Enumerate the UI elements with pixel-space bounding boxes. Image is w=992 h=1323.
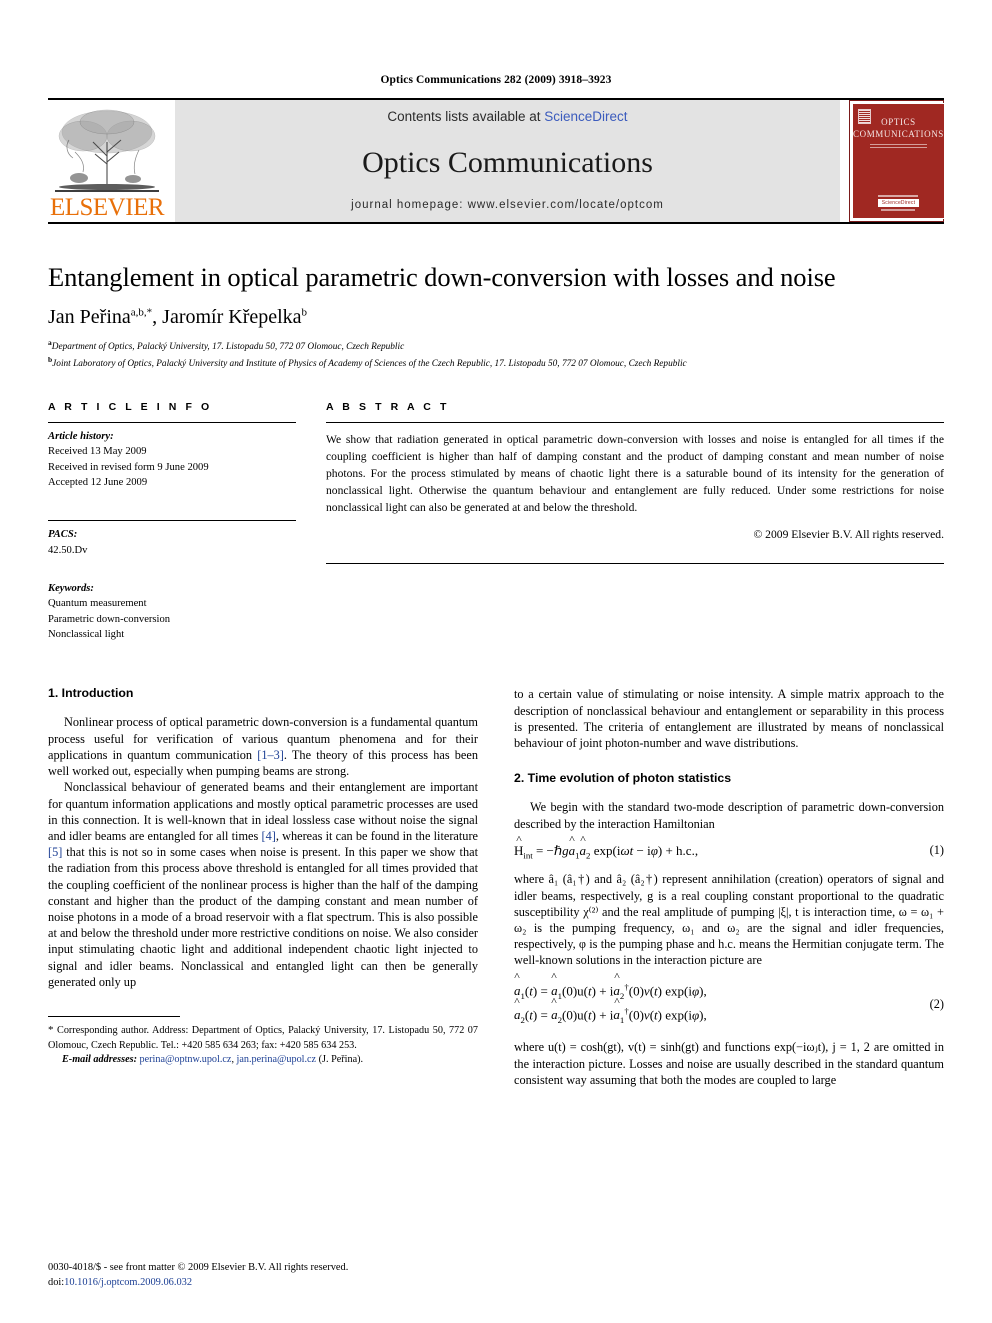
page-footer: 0030-4018/$ - see front matter © 2009 El… bbox=[48, 1260, 348, 1290]
journal-title: Optics Communications bbox=[362, 145, 653, 179]
author-separator: , bbox=[152, 306, 163, 329]
keyword-item: Nonclassical light bbox=[48, 629, 125, 641]
footer-copyright-line: 0030-4018/$ - see front matter © 2009 El… bbox=[48, 1261, 349, 1273]
author-2-name: Jaromír Křepelka bbox=[162, 306, 302, 329]
article-info-heading: A R T I C L E I N F O bbox=[48, 400, 213, 413]
doi-label: doi: bbox=[48, 1276, 65, 1288]
equation-1-body: Hint = −ℏga1a2 exp(iωt − iφ) + h.c., bbox=[514, 843, 922, 861]
contents-prefix: Contents lists available at bbox=[387, 109, 541, 124]
author-2-affil-marker: b bbox=[301, 306, 308, 319]
s1p2-part-c: that this is not so in some cases when n… bbox=[48, 845, 478, 989]
citation-ref[interactable]: [1–3] bbox=[257, 748, 284, 762]
section-1-paragraph-2: Nonclassical behaviour of generated beam… bbox=[48, 779, 478, 990]
journal-cover-thumbnail[interactable]: Optics Communications ScienceDirect bbox=[849, 100, 945, 222]
elsevier-tree-icon bbox=[55, 109, 159, 192]
keywords-label: Keywords: bbox=[48, 582, 94, 594]
info-abstract-region: A R T I C L E I N F O Article history: R… bbox=[48, 401, 944, 643]
keywords-block: Keywords: Quantum measurement Parametric… bbox=[48, 575, 296, 642]
abstract-text: We show that radiation generated in opti… bbox=[326, 432, 944, 514]
article-info-column: A R T I C L E I N F O Article history: R… bbox=[48, 401, 296, 643]
footer-doi-line: doi:10.1016/j.optcom.2009.06.032 bbox=[48, 1275, 348, 1290]
body-column-left: 1. Introduction Nonlinear process of opt… bbox=[48, 686, 478, 1088]
equation-2-line-2: a2(t) = a2(0)u(t) + ia1†(0)v(t) exp(iφ), bbox=[514, 1004, 922, 1028]
page-title: Entanglement in optical parametric down-… bbox=[48, 262, 836, 292]
affiliation-a: aDepartment of Optics, Palacký Universit… bbox=[48, 338, 944, 354]
equation-1: Hint = −ℏga1a2 exp(iωt − iφ) + h.c., (1) bbox=[514, 843, 944, 861]
article-history-received: Received 13 May 2009 bbox=[48, 446, 147, 458]
pacs-value: 42.50.Dv bbox=[48, 544, 88, 556]
section-1-paragraph-3: to a certain value of stimulating or noi… bbox=[514, 687, 944, 751]
sciencedirect-link[interactable]: ScienceDirect bbox=[544, 109, 627, 124]
author-1-name: Jan Peřina bbox=[48, 306, 131, 329]
email-link-2[interactable]: jan.perina@upol.cz bbox=[237, 1054, 317, 1065]
cover-footer: ScienceDirect bbox=[853, 195, 944, 211]
doi-link[interactable]: 10.1016/j.optcom.2009.06.032 bbox=[64, 1277, 192, 1288]
keyword-item: Quantum measurement bbox=[48, 598, 147, 610]
section-2-heading: 2. Time evolution of photon statistics bbox=[514, 771, 732, 786]
keyword-item: Parametric down-conversion bbox=[48, 613, 171, 625]
abstract-bottom-rule bbox=[326, 562, 944, 564]
email-label: E-mail addresses: bbox=[62, 1054, 137, 1066]
article-history: Article history: Received 13 May 2009 Re… bbox=[48, 423, 296, 490]
citation-ref[interactable]: [5] bbox=[48, 845, 62, 859]
footnote-email-line: E-mail addresses: perina@optnw.upol.cz, … bbox=[48, 1053, 478, 1067]
corresponding-author-footnote: * Corresponding author. Address: Departm… bbox=[48, 1023, 478, 1068]
elsevier-logo: ELSEVIER bbox=[48, 100, 166, 222]
elsevier-wordmark: ELSEVIER bbox=[49, 194, 165, 221]
section-1-heading: 1. Introduction bbox=[48, 686, 134, 701]
pacs-label: PACS: bbox=[48, 529, 78, 541]
running-head: Optics Communications 282 (2009) 3918–39… bbox=[380, 74, 612, 86]
author-1-affil-marker: a,b,* bbox=[130, 306, 153, 319]
body-columns: 1. Introduction Nonlinear process of opt… bbox=[48, 686, 944, 1088]
journal-homepage-line[interactable]: journal homepage: www.elsevier.com/locat… bbox=[351, 199, 664, 211]
citation-ref[interactable]: [4] bbox=[261, 829, 275, 843]
article-history-accepted: Accepted 12 June 2009 bbox=[48, 476, 148, 488]
section-2-paragraph-1: We begin with the standard two-mode desc… bbox=[514, 800, 944, 831]
affiliation-b-text: Joint Laboratory of Optics, Palacký Univ… bbox=[52, 358, 687, 369]
author-list: Jan Peřinaa,b,*, Jaromír Křepelkab bbox=[48, 306, 944, 329]
email-link-1[interactable]: perina@optnw.upol.cz bbox=[140, 1054, 232, 1065]
footnote-separator-rule bbox=[48, 1016, 180, 1018]
cover-elsevier-mini-logo bbox=[858, 109, 871, 124]
section-2-paragraph-3: where u(t) = cosh(gt), v(t) = sinh(gt) a… bbox=[514, 1040, 944, 1087]
affiliation-a-text: Department of Optics, Palacký University… bbox=[51, 342, 405, 353]
footnote-text: Corresponding author. Address: Departmen… bbox=[48, 1025, 478, 1051]
contents-lists-line: Contents lists available at ScienceDirec… bbox=[387, 109, 627, 124]
equation-2-number: (2) bbox=[929, 996, 944, 1011]
abstract-heading: A B S T R A C T bbox=[326, 400, 450, 413]
journal-band: Contents lists available at ScienceDirec… bbox=[175, 100, 840, 222]
article-history-revised: Received in revised form 9 June 2009 bbox=[48, 461, 209, 473]
body-column-right: to a certain value of stimulating or noi… bbox=[514, 686, 944, 1088]
section-2-paragraph-2: where â₁ (â₁†) and â₂ (â₂†) represent an… bbox=[514, 872, 944, 968]
pacs-block: PACS: 42.50.Dv bbox=[48, 521, 296, 558]
equation-2: a1(t) = a1(0)u(t) + ia2†(0)v(t) exp(iφ),… bbox=[514, 980, 944, 1029]
abstract-column: A B S T R A C T We show that radiation g… bbox=[326, 401, 944, 643]
email-tail: (J. Peřina). bbox=[316, 1054, 364, 1066]
paper-page: Optics Communications 282 (2009) 3918–39… bbox=[0, 0, 992, 1323]
equation-1-number: (1) bbox=[929, 842, 944, 857]
section-1-paragraph-1: Nonlinear process of optical parametric … bbox=[48, 714, 478, 779]
journal-masthead: ELSEVIER Contents lists available at Sci… bbox=[48, 98, 945, 222]
cover-title-line2: Communications bbox=[853, 129, 944, 140]
equation-2-line-1: a1(t) = a1(0)u(t) + ia2†(0)v(t) exp(iφ), bbox=[514, 980, 922, 1004]
cover-subtitle-lines bbox=[870, 144, 927, 150]
affiliations: aDepartment of Optics, Palacký Universit… bbox=[48, 338, 944, 371]
title-block: Entanglement in optical parametric down-… bbox=[48, 224, 944, 371]
affiliation-b: bJoint Laboratory of Optics, Palacký Uni… bbox=[48, 355, 944, 371]
article-history-label: Article history: bbox=[48, 430, 114, 442]
equation-2-body: a1(t) = a1(0)u(t) + ia2†(0)v(t) exp(iφ),… bbox=[514, 980, 922, 1029]
abstract-copyright: © 2009 Elsevier B.V. All rights reserved… bbox=[753, 527, 944, 541]
s1p2-part-b: , whereas it can be found in the literat… bbox=[275, 828, 478, 843]
